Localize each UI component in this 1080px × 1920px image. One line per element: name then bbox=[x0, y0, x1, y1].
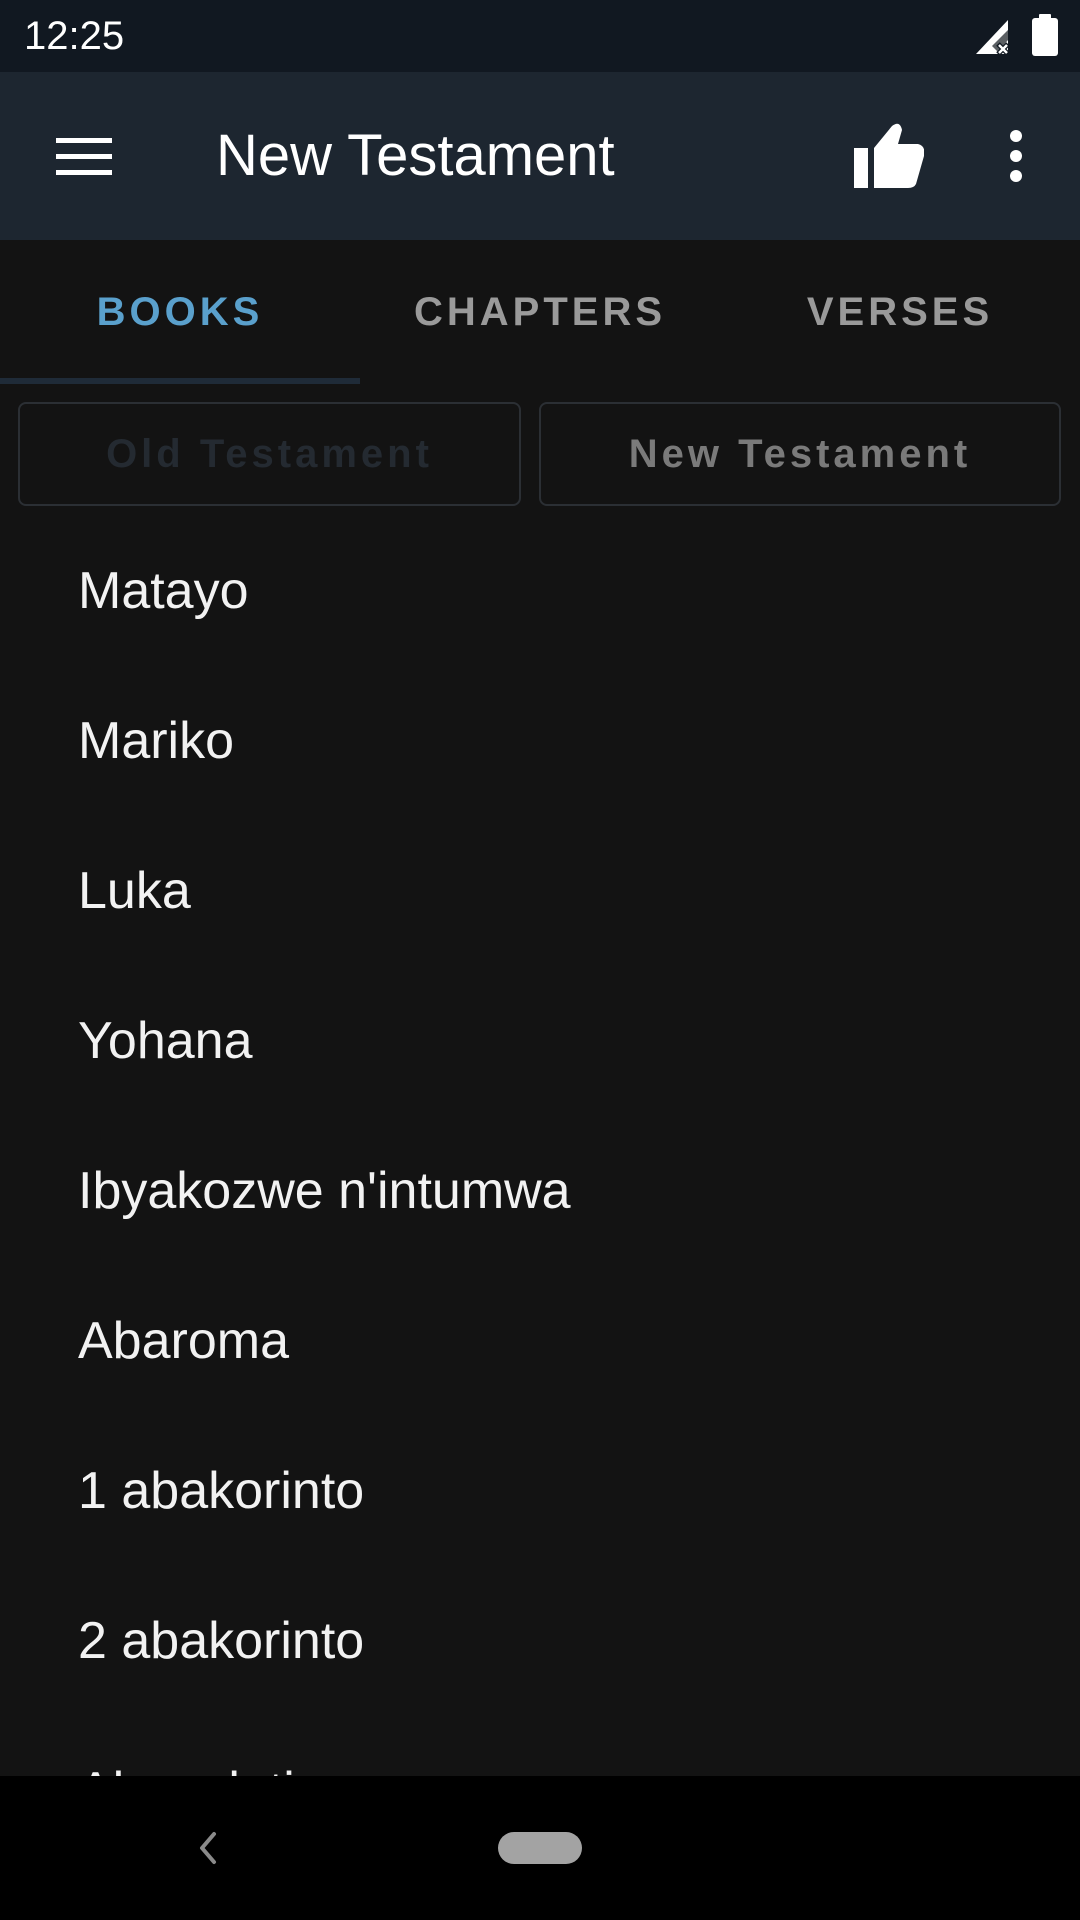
book-item-mariko[interactable]: Mariko bbox=[0, 666, 1080, 816]
book-list: Matayo Mariko Luka Yohana Ibyakozwe n'in… bbox=[0, 516, 1080, 1776]
tab-bar: BOOKS CHAPTERS VERSES bbox=[0, 240, 1080, 384]
menu-button[interactable] bbox=[34, 116, 134, 196]
book-item-luka[interactable]: Luka bbox=[0, 816, 1080, 966]
tab-chapters[interactable]: CHAPTERS bbox=[360, 240, 720, 384]
status-time: 12:25 bbox=[24, 14, 125, 58]
book-item-2-abakorinto[interactable]: 2 abakorinto bbox=[0, 1566, 1080, 1716]
book-item-1-abakorinto[interactable]: 1 abakorinto bbox=[0, 1416, 1080, 1566]
navigation-bar bbox=[0, 1776, 1080, 1920]
signal-no-data-icon bbox=[976, 20, 1010, 56]
app-bar: New Testament bbox=[0, 72, 1080, 240]
thumbs-up-icon bbox=[854, 123, 924, 188]
menu-icon bbox=[56, 138, 112, 175]
like-button[interactable] bbox=[838, 108, 938, 204]
book-item-yohana[interactable]: Yohana bbox=[0, 966, 1080, 1116]
back-icon bbox=[200, 1832, 216, 1864]
more-options-button[interactable] bbox=[980, 108, 1052, 204]
book-item-abagalatiya[interactable]: Abagalatiya bbox=[0, 1716, 1080, 1776]
home-pill[interactable] bbox=[498, 1832, 582, 1864]
tab-verses[interactable]: VERSES bbox=[720, 240, 1080, 384]
page-title: New Testament bbox=[216, 123, 615, 188]
back-button[interactable] bbox=[180, 1808, 236, 1888]
book-item-ibyakozwe[interactable]: Ibyakozwe n'intumwa bbox=[0, 1116, 1080, 1266]
tab-books[interactable]: BOOKS bbox=[0, 240, 360, 384]
new-testament-button[interactable]: New Testament bbox=[539, 402, 1061, 506]
old-testament-button[interactable]: Old Testament bbox=[18, 402, 521, 506]
tab-indicator bbox=[0, 378, 360, 384]
status-bar: 12:25 bbox=[0, 0, 1080, 72]
more-vert-icon bbox=[1010, 130, 1022, 182]
book-item-matayo[interactable]: Matayo bbox=[0, 516, 1080, 666]
book-item-abaroma[interactable]: Abaroma bbox=[0, 1266, 1080, 1416]
battery-full-icon bbox=[1032, 14, 1058, 56]
